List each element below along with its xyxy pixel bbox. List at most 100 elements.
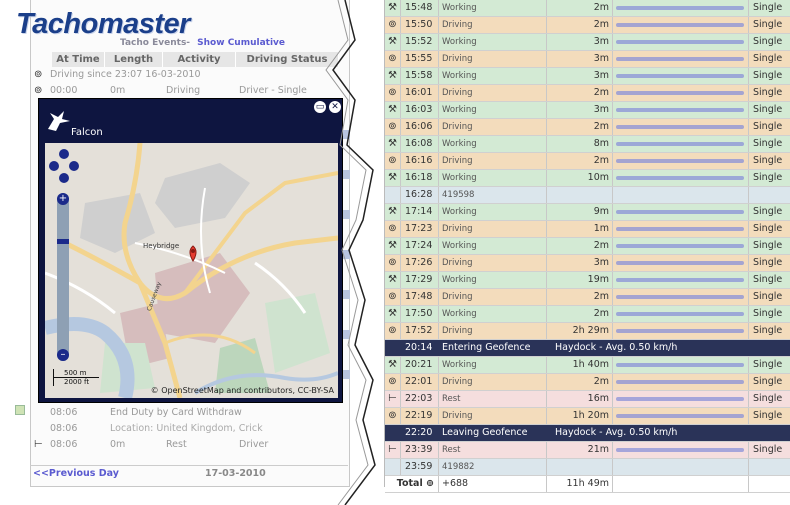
activity-bar bbox=[616, 91, 744, 95]
table-row[interactable]: ⚒ 16:08 Working 8m Single bbox=[385, 136, 790, 153]
table-row[interactable]: ⊚ 15:50 Driving 2m Single bbox=[385, 17, 790, 34]
row-time: 15:50 bbox=[401, 17, 439, 33]
col-length[interactable]: Length bbox=[105, 52, 163, 67]
row-activity: Working bbox=[439, 357, 547, 373]
row-timeline bbox=[613, 408, 749, 424]
driving-wheel-icon: ⊚ bbox=[385, 255, 401, 271]
table-row[interactable]: ⊚ 17:52 Driving 2h 29m Single bbox=[385, 323, 790, 340]
row-timeline bbox=[613, 255, 749, 271]
table-row[interactable]: ⊚ 16:16 Driving 2m Single bbox=[385, 153, 790, 170]
row-length: 2m bbox=[547, 238, 613, 254]
show-cumulative-link[interactable]: Show Cumulative bbox=[197, 38, 285, 48]
table-row[interactable]: 16:28 419598 bbox=[385, 187, 790, 204]
row-status: Single bbox=[753, 291, 783, 302]
table-row[interactable]: ⚒ 20:21 Working 1h 40m Single bbox=[385, 357, 790, 374]
zoom-slider[interactable]: + – bbox=[57, 193, 69, 361]
torn-divider bbox=[325, 0, 376, 505]
row-timeline bbox=[613, 238, 749, 254]
table-row[interactable]: ⚒ 17:14 Working 9m Single bbox=[385, 204, 790, 221]
row-length: 16m bbox=[547, 391, 613, 407]
table-row[interactable]: ⊚ 16:06 Driving 2m Single bbox=[385, 119, 790, 136]
previous-day-link[interactable]: <<Previous Day bbox=[33, 466, 119, 481]
row-length: 2h 29m bbox=[547, 323, 613, 339]
driving-since-text: Driving since 23:07 16-03-2010 bbox=[50, 69, 201, 80]
row-time: 17:14 bbox=[401, 204, 439, 220]
row-length: 19m bbox=[547, 272, 613, 288]
working-hammer-icon: ⚒ bbox=[385, 238, 401, 254]
day-navigation: <<Previous Day 17-03-2010 bbox=[30, 465, 348, 480]
table-row[interactable]: ⊚ 16:01 Driving 2m Single bbox=[385, 85, 790, 102]
pan-up-icon[interactable] bbox=[59, 149, 69, 159]
row-timeline bbox=[613, 17, 749, 33]
map-marker-icon[interactable] bbox=[15, 405, 25, 415]
col-at-time[interactable]: At Time bbox=[52, 52, 105, 67]
table-row[interactable]: 22:20 Leaving Geofence Haydock - Avg. 0.50… bbox=[385, 425, 790, 442]
row-activity: Driving bbox=[439, 221, 547, 237]
table-row[interactable]: ⊚ 15:55 Driving 3m Single bbox=[385, 51, 790, 68]
status: Driver - Single bbox=[239, 85, 307, 96]
table-row[interactable]: ⊚ 17:48 Driving 2m Single bbox=[385, 289, 790, 306]
total-length: 11h 49m bbox=[547, 476, 613, 492]
driving-wheel-icon: ⊚ bbox=[385, 289, 401, 305]
table-row[interactable]: ⊚ 22:19 Driving 1h 20m Single bbox=[385, 408, 790, 425]
table-row[interactable]: ⚒ 17:50 Working 2m Single bbox=[385, 306, 790, 323]
row-time: 22:20 bbox=[401, 425, 439, 441]
table-row[interactable]: 20:14 Entering Geofence Haydock - Avg. 0.5… bbox=[385, 340, 790, 357]
driving-wheel-icon: ⊚ bbox=[426, 478, 434, 489]
pan-control[interactable] bbox=[49, 149, 79, 185]
col-activity[interactable]: Activity bbox=[163, 52, 236, 67]
row-status: Single bbox=[753, 70, 783, 81]
row-status: Single bbox=[753, 308, 783, 319]
row-status bbox=[749, 459, 790, 475]
pan-right-icon[interactable] bbox=[69, 161, 79, 171]
row-icon bbox=[385, 425, 401, 441]
activity-bar bbox=[616, 380, 744, 384]
row-time: 17:48 bbox=[401, 289, 439, 305]
row-status: Single bbox=[753, 240, 783, 251]
zoom-handle[interactable] bbox=[57, 239, 69, 244]
rest-icon: ⊢ bbox=[34, 439, 43, 450]
row-time: 17:24 bbox=[401, 238, 439, 254]
tachomaster-logo: Tachomaster bbox=[16, 8, 190, 40]
table-row[interactable]: 23:59 419882 bbox=[385, 459, 790, 476]
row-timeline bbox=[613, 119, 749, 135]
row-timeline bbox=[613, 85, 749, 101]
zoom-in-icon[interactable]: + bbox=[57, 193, 69, 205]
pan-left-icon[interactable] bbox=[49, 161, 59, 171]
table-row[interactable]: ⚒ 17:29 Working 19m Single bbox=[385, 272, 790, 289]
table-row[interactable]: ⊢ 22:03 Rest 16m Single bbox=[385, 391, 790, 408]
row-status: Single bbox=[753, 19, 783, 30]
row-activity: Rest bbox=[439, 391, 547, 407]
row-status: Single bbox=[753, 257, 783, 268]
pan-down-icon[interactable] bbox=[59, 173, 69, 183]
table-row[interactable]: ⊚ 22:01 Driving 2m Single bbox=[385, 374, 790, 391]
table-row[interactable]: ⊚ 17:26 Driving 3m Single bbox=[385, 255, 790, 272]
map-view[interactable]: Heybridge Causeway + – 500 m 2000 ft © O… bbox=[45, 143, 338, 398]
row-timeline bbox=[613, 357, 749, 373]
activity-bar bbox=[616, 227, 744, 231]
table-row[interactable]: ⚒ 17:24 Working 2m Single bbox=[385, 238, 790, 255]
table-row[interactable]: ⊢ 23:39 Rest 21m Single bbox=[385, 442, 790, 459]
row-icon bbox=[385, 187, 401, 203]
activity-bar bbox=[616, 295, 744, 299]
table-row[interactable]: ⚒ 15:58 Working 3m Single bbox=[385, 68, 790, 85]
table-row[interactable]: ⚒ 15:52 Working 3m Single bbox=[385, 34, 790, 51]
zoom-out-icon[interactable]: – bbox=[57, 349, 69, 361]
row-timeline bbox=[613, 187, 749, 203]
table-row[interactable]: ⚒ 15:48 Working 2m Single bbox=[385, 0, 790, 17]
row-timeline bbox=[613, 102, 749, 118]
activity-bar bbox=[616, 108, 744, 112]
row-time: 17:29 bbox=[401, 272, 439, 288]
row-length bbox=[547, 459, 613, 475]
row-length: 3m bbox=[547, 34, 613, 50]
row-time: 23:39 bbox=[401, 442, 439, 458]
total-value: +688 bbox=[439, 476, 547, 492]
total-label: Total ⊚ bbox=[385, 476, 439, 492]
driving-wheel-icon: ⊚ bbox=[385, 85, 401, 101]
location-text: Location: United Kingdom, Crick bbox=[110, 423, 263, 434]
table-row[interactable]: ⚒ 16:03 Working 3m Single bbox=[385, 102, 790, 119]
row-status bbox=[749, 187, 790, 203]
table-row[interactable]: ⊚ 17:23 Driving 1m Single bbox=[385, 221, 790, 238]
row-time: 16:08 bbox=[401, 136, 439, 152]
table-row[interactable]: ⚒ 16:18 Working 10m Single bbox=[385, 170, 790, 187]
